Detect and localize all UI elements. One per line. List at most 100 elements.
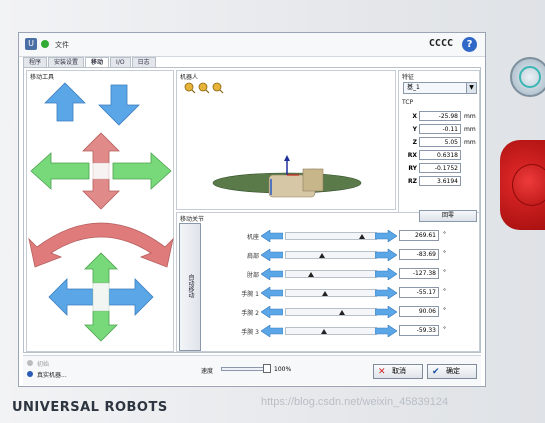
zero-button[interactable]: 回零 xyxy=(419,210,477,222)
joint-minus-arrow[interactable] xyxy=(261,230,283,242)
move-back-arrow[interactable] xyxy=(82,178,120,210)
move-right-arrow[interactable] xyxy=(112,152,172,190)
joint-slider-thumb[interactable] xyxy=(318,253,325,258)
ok-button[interactable]: ✔ 确定 xyxy=(427,364,477,379)
joint-slider[interactable] xyxy=(285,232,377,240)
help-icon[interactable]: ? xyxy=(462,37,477,52)
tcp-value[interactable]: 5.05 xyxy=(419,137,461,147)
rotate-up-arrow[interactable] xyxy=(84,252,118,284)
joint-label: 肩部 xyxy=(246,253,259,260)
move-joints-panel: 移动关节 自动移动 回零 机座 269.61 ° 肩部 -83.69 ° 肘部 … xyxy=(176,210,480,352)
robot-name[interactable]: 真实机器... xyxy=(37,370,67,379)
joint-label: 手腕 3 xyxy=(241,329,259,336)
joint-row-elbow: 肘部 -127.38 ° xyxy=(209,267,477,281)
speed-label: 速度 xyxy=(201,368,214,375)
auto-move-button[interactable]: 自动移动 xyxy=(179,223,201,351)
emergency-stop-button[interactable] xyxy=(500,140,545,230)
tcp-axis-label: Z xyxy=(412,139,417,146)
joint-row-wrist2: 手腕 2 90.06 ° xyxy=(209,305,477,319)
joint-row-base: 机座 269.61 ° xyxy=(209,229,477,243)
joint-plus-arrow[interactable] xyxy=(375,230,397,242)
ur-logo-icon: U xyxy=(25,38,37,50)
joint-slider-thumb[interactable] xyxy=(321,329,328,334)
joint-minus-arrow[interactable] xyxy=(261,287,283,299)
joint-plus-arrow[interactable] xyxy=(375,325,397,337)
joint-slider-thumb[interactable] xyxy=(339,310,346,315)
cancel-button[interactable]: ✕ 取消 xyxy=(373,364,423,379)
estop-cap xyxy=(512,164,545,206)
joint-unit: ° xyxy=(443,231,446,238)
joint-slider[interactable] xyxy=(285,289,377,297)
joint-value[interactable]: -83.69 xyxy=(399,249,439,260)
rotate-left-arrow[interactable] xyxy=(48,278,94,316)
teach-pendant-bezel: U 文件 CCCC ? 程序 安装设置 移动 I/O 日志 移动工具 机器人 特… xyxy=(0,0,545,423)
tcp-value[interactable]: -25.98 xyxy=(419,111,461,121)
tab-installation[interactable]: 安装设置 xyxy=(48,57,85,67)
feature-title: 特征 xyxy=(402,74,415,81)
feature-select-value: 基_1 xyxy=(407,84,420,91)
joint-plus-arrow[interactable] xyxy=(375,249,397,261)
tab-io[interactable]: I/O xyxy=(110,57,131,67)
joint-plus-arrow[interactable] xyxy=(375,268,397,280)
joint-row-wrist3: 手腕 3 -59.33 ° xyxy=(209,324,477,338)
speed-slider[interactable] xyxy=(221,367,269,371)
move-tool-title: 移动工具 xyxy=(30,74,55,81)
power-button[interactable] xyxy=(510,57,545,97)
tcp-value[interactable]: -0.11 xyxy=(419,124,461,134)
rotate-down-arrow[interactable] xyxy=(84,310,118,342)
tab-move[interactable]: 移动 xyxy=(85,57,110,67)
joint-unit: ° xyxy=(443,326,446,333)
joint-value[interactable]: 90.06 xyxy=(399,306,439,317)
joint-slider-thumb[interactable] xyxy=(359,234,366,239)
zoom-reset-icon[interactable] xyxy=(198,82,210,94)
robot-status-icon xyxy=(27,371,33,377)
title-bar: U 文件 CCCC ? xyxy=(19,33,485,57)
move-down-arrow[interactable] xyxy=(98,84,140,126)
joint-slider[interactable] xyxy=(285,308,377,316)
tcp-value[interactable]: 0.6318 xyxy=(419,150,461,160)
joint-label: 手腕 1 xyxy=(241,291,259,298)
joint-unit: ° xyxy=(443,288,446,295)
joint-minus-arrow[interactable] xyxy=(261,249,283,261)
speed-slider-thumb[interactable] xyxy=(263,364,271,373)
tcp-unit: mm xyxy=(464,113,476,120)
move-left-arrow[interactable] xyxy=(30,152,90,190)
joint-plus-arrow[interactable] xyxy=(375,306,397,318)
joint-slider[interactable] xyxy=(285,327,377,335)
joint-minus-arrow[interactable] xyxy=(261,325,283,337)
robot-3d-view xyxy=(184,82,362,198)
joint-slider-thumb[interactable] xyxy=(322,291,329,296)
joint-minus-arrow[interactable] xyxy=(261,268,283,280)
move-forward-arrow[interactable] xyxy=(82,132,120,164)
tab-log[interactable]: 日志 xyxy=(131,57,156,67)
move-up-arrow[interactable] xyxy=(44,82,86,122)
joint-value[interactable]: -59.33 xyxy=(399,325,439,336)
rotate-right-arrow[interactable] xyxy=(108,278,154,316)
joint-slider-thumb[interactable] xyxy=(307,272,314,277)
joint-row-wrist1: 手腕 1 -55.17 ° xyxy=(209,286,477,300)
joint-value[interactable]: 269.61 xyxy=(399,230,439,241)
joint-value[interactable]: -127.38 xyxy=(399,268,439,279)
move-tool-panel: 移动工具 xyxy=(26,70,174,352)
chevron-down-icon[interactable]: ▼ xyxy=(466,83,476,93)
rotate-center-square xyxy=(92,282,110,312)
tcp-value[interactable]: -0.1752 xyxy=(419,163,461,173)
joint-minus-arrow[interactable] xyxy=(261,306,283,318)
tcp-axis-label: X xyxy=(412,113,417,120)
tcp-value[interactable]: 3.6194 xyxy=(419,176,461,186)
tcp-row-x: X -25.98 mm xyxy=(401,111,479,122)
joint-plus-arrow[interactable] xyxy=(375,287,397,299)
joint-value[interactable]: -55.17 xyxy=(399,287,439,298)
joint-slider[interactable] xyxy=(285,270,377,278)
close-icon: ✕ xyxy=(378,367,386,377)
zoom-out-icon[interactable] xyxy=(212,82,224,94)
zoom-in-icon[interactable] xyxy=(184,82,196,94)
tab-program[interactable]: 程序 xyxy=(23,57,48,67)
feature-select[interactable]: 基_1 ▼ xyxy=(403,82,477,94)
file-menu[interactable]: 文件 xyxy=(55,40,69,50)
init-label[interactable]: 初始 xyxy=(37,359,49,368)
tcp-axis-label: RX xyxy=(407,152,417,159)
tcp-axis-label: RY xyxy=(408,165,417,172)
joint-slider[interactable] xyxy=(285,251,377,259)
move-tab-content: 移动工具 机器人 特征 基_1 ▼ TCP X -25.98 mm Y -0.1… xyxy=(23,67,481,353)
